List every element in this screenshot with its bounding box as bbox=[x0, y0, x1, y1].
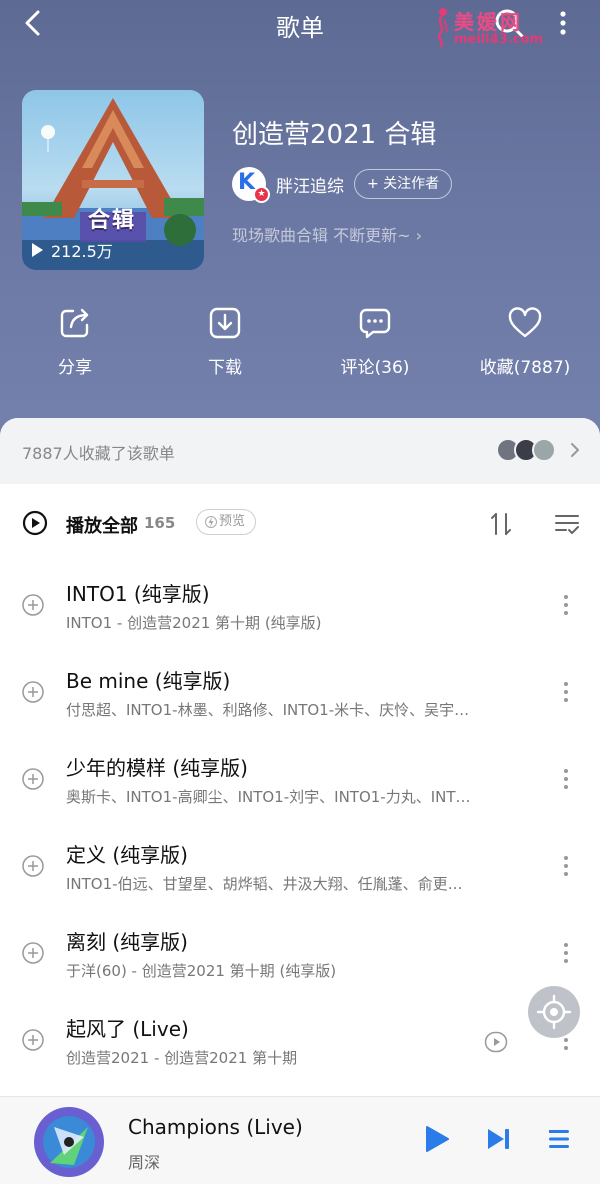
playlist-title: 创造营2021 合辑 bbox=[232, 120, 437, 150]
song-row[interactable]: Be mine (纯享版) 付思超、INTO1-林墨、利路修、INTO1-米卡、… bbox=[0, 653, 600, 739]
favorited-by-bar[interactable]: 7887人收藏了该歌单 bbox=[0, 418, 600, 484]
watermark-title: 美媛网 bbox=[454, 10, 523, 34]
song-row[interactable]: 离刻 (纯享版) 于洋(60) - 创造营2021 第十期 (纯享版) bbox=[0, 914, 600, 1000]
favorited-avatars bbox=[496, 438, 566, 462]
follow-author-button[interactable]: + 关注作者 bbox=[354, 169, 453, 199]
play-count-value: 212.5万 bbox=[51, 242, 113, 261]
share-label: 分享 bbox=[58, 358, 92, 378]
author-avatar[interactable]: K ★ bbox=[232, 167, 270, 203]
now-playing-cover-art bbox=[34, 1107, 104, 1177]
preview-button[interactable]: 预览 bbox=[196, 509, 256, 535]
multi-select-icon[interactable] bbox=[554, 510, 580, 538]
locate-icon bbox=[536, 994, 572, 1030]
vertical-dots-icon[interactable] bbox=[558, 592, 574, 618]
vertical-dots-icon[interactable] bbox=[558, 766, 574, 792]
action-row: 分享 下载 评论(36) 收藏(7887) bbox=[0, 305, 600, 385]
sort-icon[interactable] bbox=[488, 510, 514, 538]
vertical-dots-icon bbox=[560, 11, 566, 35]
share-icon bbox=[60, 308, 89, 338]
cover-label: 合辑 bbox=[88, 208, 137, 233]
more-options-button[interactable] bbox=[548, 6, 578, 40]
add-circle-icon[interactable] bbox=[22, 594, 44, 616]
song-subtitle: INTO1 - 创造营2021 第十期 (纯享版) bbox=[66, 614, 322, 632]
song-title: 定义 (纯享版) bbox=[66, 843, 188, 867]
comment-icon bbox=[359, 308, 391, 339]
avatar bbox=[532, 438, 556, 462]
add-circle-icon[interactable] bbox=[22, 855, 44, 877]
watermark-logo-icon bbox=[438, 8, 449, 48]
preview-label: 预览 bbox=[219, 514, 246, 529]
song-row[interactable]: 少年的模样 (纯享版) 奥斯卡、INTO1-高卿尘、INTO1-刘宇、INTO1… bbox=[0, 740, 600, 826]
add-circle-icon[interactable] bbox=[22, 768, 44, 790]
play-all-row: 播放全部 165 预览 bbox=[0, 504, 600, 546]
song-row[interactable]: INTO1 (纯享版) INTO1 - 创造营2021 第十期 (纯享版) bbox=[0, 566, 600, 652]
chevron-right-icon bbox=[571, 443, 579, 457]
download-label: 下载 bbox=[208, 358, 242, 378]
download-button[interactable]: 下载 bbox=[150, 305, 300, 378]
song-subtitle: 奥斯卡、INTO1-高卿尘、INTO1-刘宇、INTO1-力丸、INT… bbox=[66, 788, 471, 806]
mini-player[interactable]: Champions (Live) 周深 bbox=[0, 1096, 600, 1184]
play-icon bbox=[32, 243, 43, 257]
share-button[interactable]: 分享 bbox=[0, 305, 150, 378]
vertical-dots-icon[interactable] bbox=[558, 853, 574, 879]
author-row: K ★ 胖汪追综 + 关注作者 bbox=[232, 166, 453, 203]
song-subtitle: 创造营2021 - 创造营2021 第十期 bbox=[66, 1049, 298, 1067]
play-all-button[interactable]: 播放全部 bbox=[66, 512, 138, 538]
favorite-label: 收藏(7887) bbox=[479, 358, 571, 378]
now-playing-title: Champions (Live) bbox=[128, 1115, 303, 1139]
favorited-by-text: 7887人收藏了该歌单 bbox=[22, 444, 175, 463]
now-playing-artwork[interactable] bbox=[34, 1107, 104, 1177]
play-count: 212.5万 bbox=[32, 238, 113, 262]
add-circle-icon[interactable] bbox=[22, 1029, 44, 1051]
song-title: INTO1 (纯享版) bbox=[66, 582, 210, 606]
add-circle-icon[interactable] bbox=[22, 942, 44, 964]
top-bar: 歌单 美媛网 meili43.com bbox=[0, 0, 600, 50]
song-subtitle: 付思超、INTO1-林墨、利路修、INTO1-米卡、庆怜、吴宇… bbox=[66, 701, 470, 719]
comment-label: 评论(36) bbox=[340, 358, 410, 378]
comment-button[interactable]: 评论(36) bbox=[300, 305, 450, 378]
playlist-description[interactable]: 现场歌曲合辑 不断更新~ › bbox=[232, 222, 422, 246]
playlist-cover[interactable]: 合辑 212.5万 bbox=[22, 90, 204, 270]
lightning-icon bbox=[205, 516, 217, 528]
add-circle-icon[interactable] bbox=[22, 681, 44, 703]
watermark-url: meili43.com bbox=[454, 32, 543, 47]
now-playing-artist: 周深 bbox=[128, 1153, 161, 1172]
song-subtitle: INTO1-伯远、甘望星、胡烨韬、井汲大翔、任胤蓬、俞更… bbox=[66, 875, 463, 893]
video-play-icon[interactable] bbox=[484, 1031, 508, 1053]
download-icon bbox=[209, 307, 241, 339]
vertical-dots-icon[interactable] bbox=[558, 940, 574, 966]
star-icon: ★ bbox=[253, 186, 270, 203]
heart-icon bbox=[508, 307, 542, 338]
author-name[interactable]: 胖汪追综 bbox=[276, 172, 344, 197]
playlist-queue-button[interactable] bbox=[548, 1127, 570, 1151]
next-track-button[interactable] bbox=[486, 1127, 512, 1151]
vertical-dots-icon[interactable] bbox=[558, 679, 574, 705]
song-title: 少年的模样 (纯享版) bbox=[66, 756, 248, 780]
watermark: 美媛网 meili43.com bbox=[432, 4, 550, 50]
song-row[interactable]: 定义 (纯享版) INTO1-伯远、甘望星、胡烨韬、井汲大翔、任胤蓬、俞更… bbox=[0, 827, 600, 913]
locate-current-song-button[interactable] bbox=[528, 986, 580, 1038]
play-all-icon[interactable] bbox=[22, 510, 48, 536]
song-title: 起风了 (Live) bbox=[66, 1017, 189, 1041]
song-title: Be mine (纯享版) bbox=[66, 669, 231, 693]
song-title: 离刻 (纯享版) bbox=[66, 930, 188, 954]
list-fade bbox=[0, 1070, 600, 1096]
song-subtitle: 于洋(60) - 创造营2021 第十期 (纯享版) bbox=[66, 962, 337, 980]
favorite-button[interactable]: 收藏(7887) bbox=[450, 305, 600, 378]
song-count: 165 bbox=[144, 514, 176, 532]
play-button[interactable] bbox=[424, 1125, 450, 1153]
